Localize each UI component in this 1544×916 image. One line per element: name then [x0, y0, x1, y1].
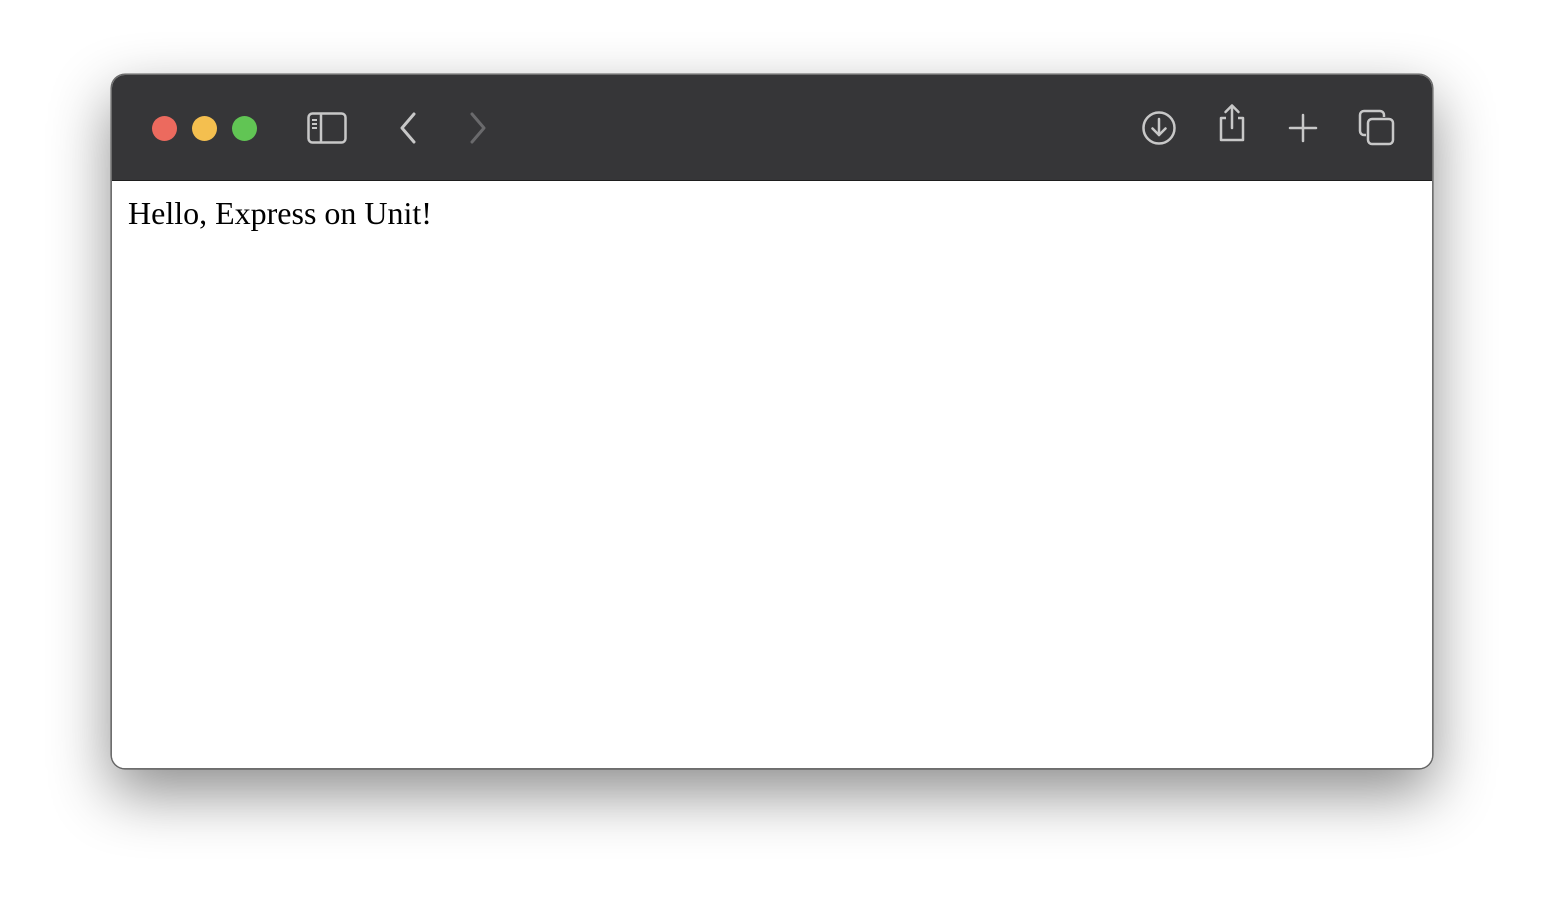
plus-icon: [1288, 113, 1318, 143]
minimize-window-button[interactable]: [192, 116, 217, 141]
new-tab-button[interactable]: [1283, 108, 1323, 148]
sidebar-icon: [307, 112, 347, 144]
chevron-left-icon: [400, 112, 416, 144]
downloads-button[interactable]: [1139, 108, 1179, 148]
tabs-overview-icon: [1358, 109, 1395, 146]
zoom-window-button[interactable]: [232, 116, 257, 141]
tab-overview-button[interactable]: [1357, 108, 1397, 148]
share-button[interactable]: [1212, 103, 1252, 143]
close-window-button[interactable]: [152, 116, 177, 141]
page-content: Hello, Express on Unit!: [112, 181, 1432, 768]
chevron-right-icon: [470, 112, 486, 144]
download-icon: [1142, 111, 1176, 145]
sidebar-toggle-button[interactable]: [307, 108, 347, 148]
browser-window: Hello, Express on Unit!: [111, 74, 1433, 769]
share-icon: [1219, 104, 1245, 142]
browser-toolbar: [112, 75, 1432, 181]
back-button[interactable]: [388, 108, 428, 148]
page-body-text: Hello, Express on Unit!: [128, 195, 432, 231]
forward-button[interactable]: [458, 108, 498, 148]
